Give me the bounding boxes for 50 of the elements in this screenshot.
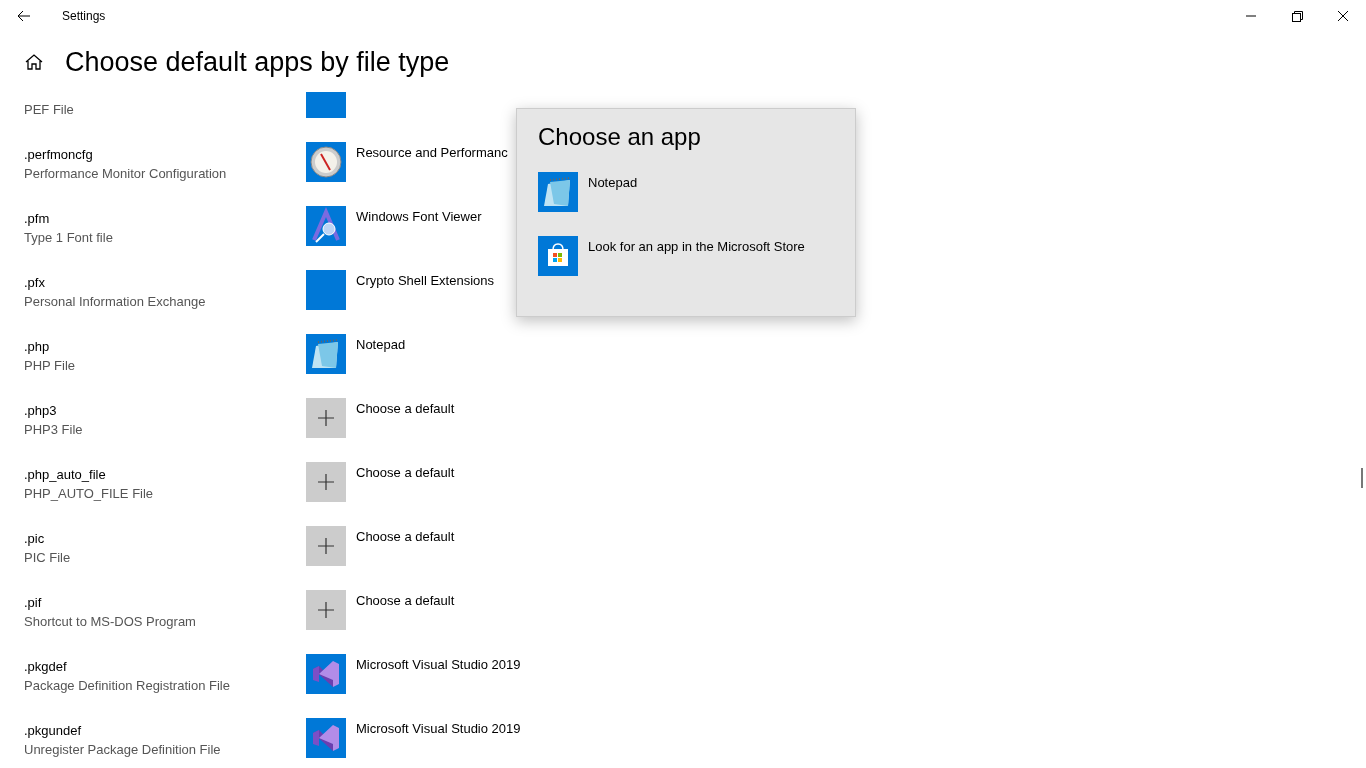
notepad-icon [538,172,578,212]
file-extension: .pfm [24,211,50,226]
infinity-ribbon-icon [306,718,346,758]
font-icon [306,206,346,246]
file-extension: .pfx [24,275,45,290]
shopping-bag-icon [538,236,578,276]
default-app-name[interactable]: Microsoft Visual Studio 2019 [356,721,521,736]
file-type-description: Personal Information Exchange [24,294,206,309]
flyout-title: Choose an app [538,123,701,150]
infinity-ribbon-icon [306,654,346,694]
file-extension: .php [24,339,50,354]
default-app-name[interactable]: Notepad [356,337,406,352]
file-extension: .pif [24,595,42,610]
default-app-name[interactable]: Choose a default [356,593,455,608]
file-type-description: PHP File [24,358,76,373]
file-type-description: Package Definition Registration File [24,678,230,693]
default-app-name[interactable]: Crypto Shell Extensions [356,273,494,288]
file-type-description: Performance Monitor Configuration [24,166,227,181]
app-icon [306,270,346,310]
default-app-name[interactable]: Choose a default [356,401,455,416]
default-app-name[interactable]: Windows Font Viewer [356,209,482,224]
file-extension: .pkgdef [24,659,67,674]
file-type-description: PHP3 File [24,422,83,437]
notepad-icon [306,334,346,374]
file-extension: .pic [24,531,45,546]
home-icon[interactable] [24,52,44,72]
plus-icon[interactable] [306,462,346,502]
file-type-description: PIC File [24,550,71,565]
window-title: Settings [62,9,106,23]
plus-icon[interactable] [306,526,346,566]
file-type-description: Unregister Package Definition File [24,742,221,757]
file-extension: .php3 [24,403,57,418]
default-app-name[interactable]: Choose a default [356,529,455,544]
page-title: Choose default apps by file type [65,46,450,78]
file-type-description: Shortcut to MS-DOS Program [24,614,196,629]
file-type-description: PEF File [24,102,74,117]
plus-icon[interactable] [306,590,346,630]
file-extension: .php_auto_file [24,467,106,482]
file-type-description: Type 1 Font file [24,230,113,245]
file-extension: .perfmoncfg [24,147,93,162]
default-app-name[interactable]: Choose a default [356,465,455,480]
plus-icon[interactable] [306,398,346,438]
app-option[interactable]: Notepad [588,175,638,236]
file-extension: .pkgundef [24,723,82,738]
default-app-name[interactable]: Resource and Performanc [356,145,508,160]
gauge-icon [306,142,346,182]
default-app-name[interactable]: Microsoft Visual Studio 2019 [356,657,521,672]
file-type-description: PHP_AUTO_FILE File [24,486,154,501]
scrollbar-thumb[interactable] [1361,468,1363,488]
app-option[interactable]: Look for an app in the Microsoft Store [588,239,805,300]
